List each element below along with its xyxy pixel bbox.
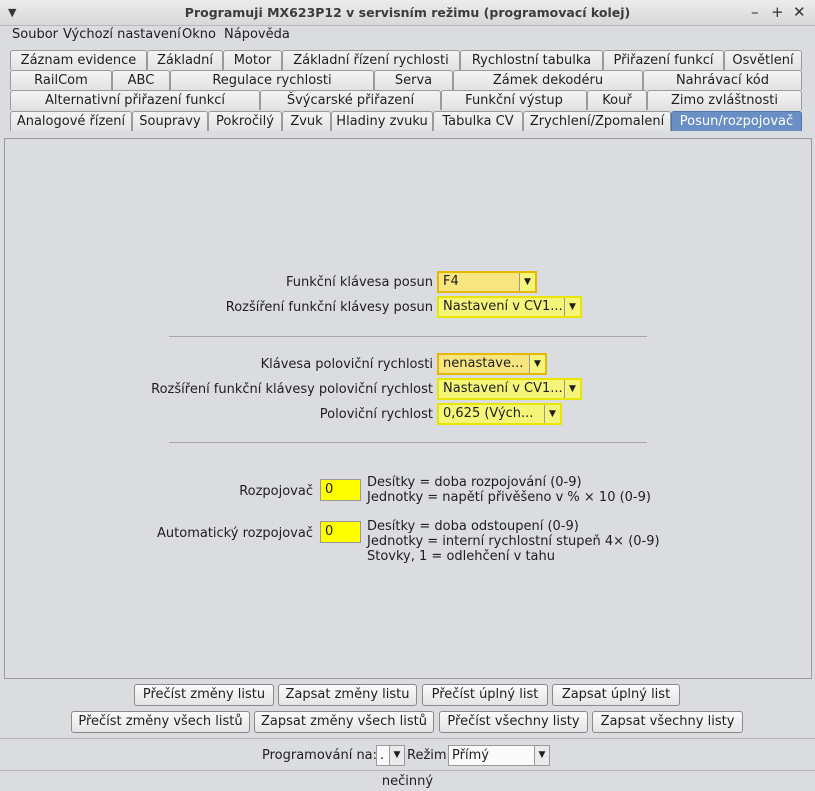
tab-speed-table[interactable]: Rychlostní tabulka [460, 50, 603, 70]
half-speed-select[interactable]: 0,625 (Vých... ▼ [437, 403, 562, 425]
tab-shunting-uncoupler[interactable]: Posun/rozpojovač [671, 111, 802, 131]
tab-load-code[interactable]: Nahrávací kód [643, 70, 802, 90]
tab-function-output[interactable]: Funkční výstup [441, 90, 587, 110]
chevron-down-icon: ▼ [564, 298, 580, 316]
menu-file[interactable]: Soubor [12, 27, 58, 42]
read-changes-sheet-button[interactable]: Přečíst změny listu [134, 684, 274, 706]
half-speed-key-select[interactable]: nenastave... ▼ [437, 353, 547, 375]
tab-sound-levels[interactable]: Hladiny zvuku [331, 111, 433, 131]
mode-label: Režim: [407, 748, 451, 763]
tab-content-panel: Funkční klávesa posun F4 ▼ Rozšíření fun… [4, 138, 812, 679]
programming-on-value: . [380, 748, 385, 763]
separator [169, 336, 647, 337]
tab-motor[interactable]: Motor [223, 50, 282, 70]
maximize-icon[interactable]: + [771, 3, 784, 21]
half-speed-key-label: Klávesa poloviční rychlosti [260, 357, 433, 372]
close-icon[interactable]: ✕ [793, 3, 806, 21]
auto-uncoupler-field[interactable]: 0 [320, 521, 361, 543]
chevron-down-icon: ▼ [389, 746, 404, 765]
programming-on-select[interactable]: . ▼ [376, 745, 405, 766]
separator [169, 442, 647, 443]
title-bar: ▼ Programuji MX623P12 v servisním režimu… [0, 0, 815, 26]
tab-function-map[interactable]: Přiřazení funkcí [603, 50, 724, 70]
tab-speed-regulation[interactable]: Regulace rychlosti [170, 70, 374, 90]
tab-decoder-lock[interactable]: Zámek dekodéru [453, 70, 643, 90]
write-all-button[interactable]: Zapsat všechny listy [592, 711, 743, 733]
write-changes-all-button[interactable]: Zapsat změny všech listů [254, 711, 434, 733]
mode-value: Přímý [452, 748, 489, 763]
window-title: Programuji MX623P12 v servisním režimu (… [184, 5, 631, 20]
uncoupler-field[interactable]: 0 [320, 479, 361, 501]
half-speed-key-value: nenastave... [443, 356, 524, 371]
menu-defaults[interactable]: Výchozí nastavení [63, 27, 181, 42]
tab-analog-control[interactable]: Analogové řízení [10, 111, 132, 131]
chevron-down-icon: ▼ [529, 355, 545, 373]
tab-zimo-specific[interactable]: Zimo zvláštnosti [647, 90, 802, 110]
tab-alt-function-map[interactable]: Alternativní přiřazení funkcí [10, 90, 260, 110]
tab-roster-entry[interactable]: Záznam evidence [10, 50, 147, 70]
tab-smoke[interactable]: Kouř [587, 90, 647, 110]
half-speed-ext-value: Nastavení v CV1... [443, 381, 563, 396]
uncoupler-label: Rozpojovač [239, 484, 313, 499]
tab-lights[interactable]: Osvětlení [724, 50, 802, 70]
read-changes-all-button[interactable]: Přečíst změny všech listů [71, 711, 250, 733]
tab-acceleration[interactable]: Zrychlení/Zpomalení [523, 111, 671, 131]
auto-help-2: Jednotky = interní rychlostní stupeň 4× … [367, 534, 660, 549]
menu-window[interactable]: Okno [182, 27, 216, 42]
tab-basic-speed-control[interactable]: Základní řízení rychlosti [282, 50, 460, 70]
read-full-sheet-button[interactable]: Přečíst úplný list [422, 684, 548, 706]
half-speed-value: 0,625 (Vých... [443, 406, 534, 421]
chevron-down-icon: ▼ [519, 273, 535, 291]
status-text: nečinný [381, 774, 434, 789]
auto-help-3: Stovky, 1 = odlehčení v tahu [367, 549, 555, 564]
tab-servos[interactable]: Serva [374, 70, 453, 90]
half-speed-label: Poloviční rychlost [319, 407, 433, 422]
tab-railcom[interactable]: RailCom [10, 70, 112, 90]
tab-swiss-mapping[interactable]: Švýcarské přiřazení [260, 90, 441, 110]
status-separator [0, 770, 815, 771]
tab-sound[interactable]: Zvuk [282, 111, 331, 131]
tab-consist[interactable]: Soupravy [132, 111, 208, 131]
shunting-key-value: F4 [443, 274, 459, 289]
tab-advanced[interactable]: Pokročilý [208, 111, 282, 131]
minimize-icon[interactable]: – [751, 3, 759, 21]
chevron-down-icon: ▼ [534, 746, 549, 765]
write-changes-sheet-button[interactable]: Zapsat změny listu [278, 684, 417, 706]
menu-help[interactable]: Nápověda [224, 27, 290, 42]
shunting-ext-label: Rozšíření funkční klávesy posun [225, 300, 433, 315]
half-speed-ext-label: Rozšíření funkční klávesy poloviční rych… [151, 382, 433, 397]
half-speed-ext-select[interactable]: Nastavení v CV1... ▼ [437, 378, 582, 400]
write-full-sheet-button[interactable]: Zapsat úplný list [552, 684, 680, 706]
tab-basic[interactable]: Základní [147, 50, 223, 70]
shunting-ext-value: Nastavení v CV1... [443, 299, 563, 314]
auto-uncoupler-label: Automatický rozpojovač [157, 526, 313, 541]
menu-bar: Soubor Výchozí nastavení Okno Nápověda [0, 26, 815, 46]
uncoupler-help-1: Desítky = doba rozpojování (0-9) [367, 475, 582, 490]
auto-help-1: Desítky = doba odstoupení (0-9) [367, 519, 579, 534]
shunting-ext-select[interactable]: Nastavení v CV1... ▼ [437, 296, 582, 318]
uncoupler-help-2: Jednotky = napětí přivěšeno v % × 10 (0-… [367, 490, 651, 505]
programming-on-label: Programování na: [262, 748, 378, 763]
tab-cv-table[interactable]: Tabulka CV [433, 111, 523, 131]
tab-abc[interactable]: ABC [112, 70, 170, 90]
shunting-key-label: Funkční klávesa posun [285, 275, 433, 290]
mode-select[interactable]: Přímý ▼ [448, 745, 550, 766]
shunting-key-select[interactable]: F4 ▼ [437, 271, 537, 293]
footer-separator [0, 738, 815, 739]
read-all-button[interactable]: Přečíst všechny listy [439, 711, 588, 733]
chevron-down-icon: ▼ [564, 380, 580, 398]
chevron-down-icon: ▼ [544, 405, 560, 423]
